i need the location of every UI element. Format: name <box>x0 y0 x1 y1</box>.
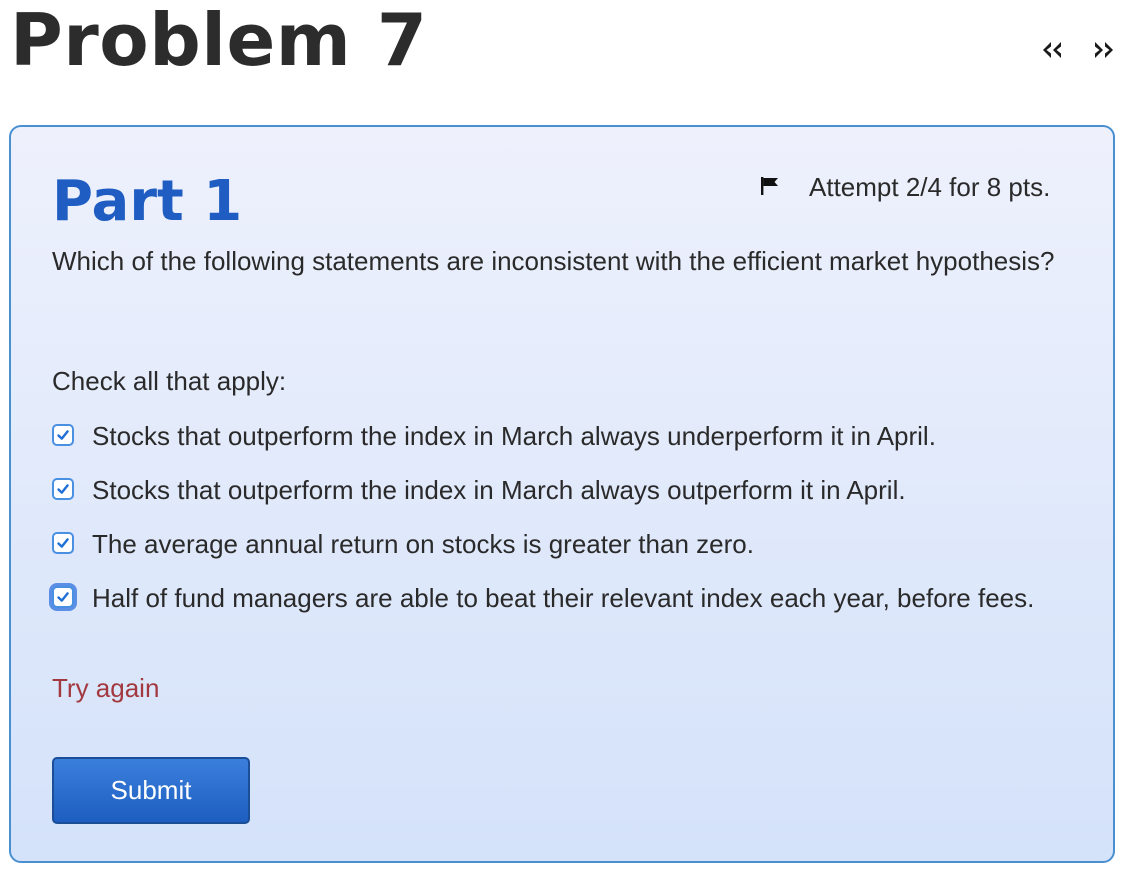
instruction-text: Check all that apply: <box>52 366 287 396</box>
previous-problem-button[interactable] <box>1040 38 1064 62</box>
next-problem-button[interactable] <box>1092 38 1116 62</box>
checkmark-icon <box>57 592 69 602</box>
answer-option-4[interactable]: Half of fund managers are able to beat t… <box>49 578 1069 618</box>
answer-option-2[interactable]: Stocks that outperform the index in Marc… <box>49 470 1069 510</box>
checkbox-option-1[interactable] <box>52 424 74 446</box>
checkbox-option-2[interactable] <box>52 478 74 500</box>
option-label: Stocks that outperform the index in Marc… <box>92 475 906 505</box>
flag-icon[interactable] <box>759 175 781 197</box>
question-text: Which of the following statements are in… <box>52 246 1055 276</box>
attempt-counter: Attempt 2/4 for 8 pts. <box>809 172 1051 202</box>
option-label: The average annual return on stocks is g… <box>92 529 754 559</box>
checkbox-option-4[interactable] <box>52 586 74 608</box>
submit-button[interactable]: Submit <box>52 757 250 824</box>
checkmark-icon <box>57 430 69 440</box>
part-title: Part 1 <box>52 169 243 234</box>
double-chevron-left-icon <box>1043 42 1061 58</box>
problem-title: Problem 7 <box>10 0 428 82</box>
answer-option-3[interactable]: The average annual return on stocks is g… <box>49 524 1069 564</box>
checkmark-icon <box>57 538 69 548</box>
part-card: Part 1 Attempt 2/4 for 8 pts. Which of t… <box>9 125 1115 863</box>
checkmark-icon <box>57 484 69 494</box>
checkbox-option-3[interactable] <box>52 532 74 554</box>
feedback-message: Try again <box>52 673 160 703</box>
option-label: Stocks that outperform the index in Marc… <box>92 421 936 451</box>
double-chevron-right-icon <box>1095 42 1113 58</box>
answer-option-1[interactable]: Stocks that outperform the index in Marc… <box>49 416 1069 456</box>
option-label: Half of fund managers are able to beat t… <box>92 583 1035 613</box>
